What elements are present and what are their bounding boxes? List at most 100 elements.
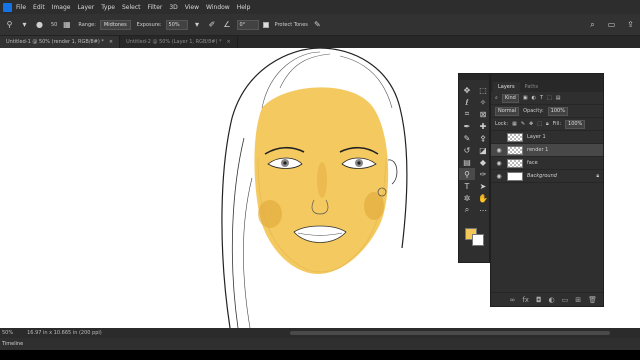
type-tool-icon[interactable]: T [459,180,475,192]
marquee-tool-icon[interactable]: ⬚ [475,84,491,96]
angle-icon: ∠ [223,20,231,29]
menu-help[interactable]: Help [237,4,251,11]
magic-wand-tool-icon[interactable]: ✧ [475,96,491,108]
menu-edit[interactable]: Edit [33,4,45,11]
crop-tool-icon[interactable]: ⌗ [459,108,475,120]
sponge-tool-icon[interactable]: ⚲ [4,19,15,30]
tab-label: Untitled-1 @ 50% (render 1, RGB/8#) * [6,39,104,45]
timeline-label[interactable]: Timeline [2,341,23,347]
adjustment-layer-icon[interactable]: ◐ [549,296,555,304]
search-icon: ⌕ [495,95,498,101]
gradient-tool-icon[interactable]: ▤ [459,156,475,168]
brush-tool-icon[interactable]: ✎ [459,132,475,144]
photoshop-logo-icon [3,2,12,12]
new-layer-icon[interactable]: ⊞ [575,296,581,304]
document-tabs: Untitled-1 @ 50% (render 1, RGB/8#) * × … [0,36,640,48]
fill-input[interactable]: 100% [565,119,586,129]
add-mask-icon[interactable]: ◘ [536,296,542,304]
chevron-down-icon[interactable]: ▾ [19,19,30,30]
search-icon[interactable]: ⌕ [587,19,598,30]
zoom-level[interactable]: 50% [2,330,13,336]
lock-all-icon[interactable]: 🔒︎ [546,121,549,127]
background-color-swatch[interactable] [472,234,484,246]
brush-settings-icon[interactable]: ▦ [61,19,72,30]
eye-icon[interactable]: ◉ [495,147,503,154]
layer-row-render-1[interactable]: ◉ render 1 [491,144,603,157]
menu-select[interactable]: Select [122,4,141,11]
angle-input[interactable]: 0° [236,19,259,30]
type-filter-icon[interactable]: T [540,95,543,101]
tab-untitled-2[interactable]: Untitled-2 @ 50% (Layer 1, RGB/8#) * × [120,36,238,48]
eyedropper-tool-icon[interactable]: ✒ [459,120,475,132]
hand-tool-icon[interactable]: ✋ [475,192,491,204]
layer-row-background[interactable]: ◉ Background 🔒︎ [491,170,603,183]
delete-layer-icon[interactable]: 🗑︎ [588,296,597,304]
pen-tool-icon[interactable]: ✑ [475,168,491,180]
menu-view[interactable]: View [185,4,199,11]
smart-filter-icon[interactable]: ▤ [556,95,561,101]
menu-filter[interactable]: Filter [148,4,163,11]
menu-file[interactable]: File [16,4,26,11]
chevron-down-icon[interactable]: ▾ [192,19,203,30]
tab-paths[interactable]: Paths [520,82,544,92]
close-icon[interactable]: × [226,39,230,45]
opacity-label: Opacity: [523,108,544,114]
eye-icon[interactable]: ◉ [495,160,503,167]
custom-shape-tool-icon[interactable]: ✲ [459,192,475,204]
blend-mode-select[interactable]: Normal [495,106,520,116]
lock-image-icon[interactable]: ✎ [521,121,525,127]
menu-type[interactable]: Type [101,4,115,11]
blur-tool-icon[interactable]: ◆ [475,156,491,168]
share-icon[interactable]: ⇪ [625,19,636,30]
more-tools-icon[interactable]: ⋯ [475,204,491,216]
menu-3d[interactable]: 3D [169,4,177,11]
path-select-tool-icon[interactable]: ➤ [475,180,491,192]
layer-thumbnail [507,158,523,168]
healing-tool-icon[interactable]: ✚ [475,120,491,132]
protect-tones-checkbox[interactable] [262,21,269,28]
exposure-input[interactable]: 50% [165,19,188,30]
layers-panel: Layers Paths ⌕ Kind ▣ ◐ T ⬚ ▤ Normal Opa… [490,73,604,307]
layer-name: Background [527,173,557,179]
kind-select[interactable]: Kind [501,93,519,103]
tab-layers[interactable]: Layers [493,82,520,92]
layer-style-icon[interactable]: fx [522,296,529,304]
link-layers-icon[interactable]: ∞ [510,296,516,304]
horizontal-scrollbar[interactable] [290,331,610,335]
move-tool-icon[interactable]: ✥ [459,84,475,96]
eye-icon[interactable]: ◉ [495,173,503,180]
lasso-tool-icon[interactable]: ℓ [459,96,475,108]
menu-layer[interactable]: Layer [77,4,94,11]
menu-window[interactable]: Window [206,4,230,11]
workspace-icon[interactable]: ▭ [606,19,617,30]
sponge-tool-icon[interactable]: ⚲ [459,168,475,180]
tab-untitled-1[interactable]: Untitled-1 @ 50% (render 1, RGB/8#) * × [0,36,121,48]
timeline-panel: Timeline [0,338,640,350]
lock-pixels-icon[interactable]: ▦ [512,121,517,127]
lock-label: Lock: [495,121,509,127]
stamp-tool-icon[interactable]: ⚴ [475,132,491,144]
history-brush-tool-icon[interactable]: ↺ [459,144,475,156]
range-select[interactable]: Midtones [99,19,131,30]
shape-filter-icon[interactable]: ⬚ [547,95,552,101]
opacity-input[interactable]: 100% [547,106,568,116]
pressure-icon[interactable]: ✎ [312,19,323,30]
lock-position-icon[interactable]: ✥ [529,121,533,127]
blend-row: Normal Opacity: 100% [491,105,603,118]
layer-row-face[interactable]: ◉ face [491,157,603,170]
adjustment-filter-icon[interactable]: ◐ [532,95,536,101]
frame-tool-icon[interactable]: ⊠ [475,108,491,120]
filter-row: ⌕ Kind ▣ ◐ T ⬚ ▤ [491,92,603,105]
layer-row-layer-1[interactable]: Layer 1 [491,131,603,144]
lock-artboard-icon[interactable]: ⬚ [537,121,542,127]
menu-image[interactable]: Image [52,4,71,11]
new-group-icon[interactable]: ▭ [562,296,569,304]
airbrush-icon[interactable]: ✐ [207,19,218,30]
zoom-tool-icon[interactable]: ⌕ [459,204,475,216]
close-icon[interactable]: × [109,39,113,45]
options-bar: ⚲ ▾ ● 50 ▦ Range: Midtones Exposure: 50%… [0,14,640,36]
lock-icon: 🔒︎ [596,173,599,179]
eraser-tool-icon[interactable]: ◪ [475,144,491,156]
brush-preset-icon[interactable]: ● [34,19,45,30]
pixel-filter-icon[interactable]: ▣ [523,95,528,101]
